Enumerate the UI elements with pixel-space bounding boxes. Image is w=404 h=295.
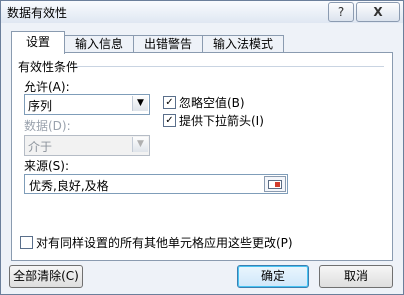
settings-panel: 有效性条件 允许(A): 序列 ▼ ✓ 忽略空值(B) ✓ 提供下拉箭头(I) … (11, 52, 393, 261)
dropdown-arrow-label: 提供下拉箭头(I) (179, 114, 264, 128)
dropdown-arrow-checkbox[interactable]: ✓ (163, 114, 176, 127)
allow-select[interactable]: 序列 ▼ (24, 94, 150, 115)
clear-all-button[interactable]: 全部清除(C) (9, 265, 83, 288)
data-select[interactable]: 介于 ▼ (24, 135, 150, 156)
checkmark-icon: ✓ (165, 115, 174, 126)
title-bar: 数据有效性 ? X (1, 1, 403, 23)
cancel-button[interactable]: 取消 (319, 265, 393, 288)
ignore-blank-label: 忽略空值(B) (179, 96, 245, 110)
source-label: 来源(S): (24, 159, 70, 173)
ignore-blank-checkbox[interactable]: ✓ (163, 96, 176, 109)
help-button[interactable]: ? (328, 2, 354, 22)
range-mark-shape (275, 182, 280, 187)
data-validation-dialog: 数据有效性 ? X 设置 输入信息 出错警告 输入法模式 有效性条件 允许(A)… (0, 0, 404, 295)
tab-error-alert[interactable]: 出错警告 (133, 35, 203, 53)
range-select-icon[interactable] (264, 176, 286, 192)
dialog-title: 数据有效性 (7, 6, 68, 20)
ok-button[interactable]: 确定 (237, 265, 309, 288)
tab-ime-mode[interactable]: 输入法模式 (202, 35, 284, 53)
section-divider (74, 66, 384, 67)
data-value: 介于 (28, 140, 53, 154)
section-title: 有效性条件 (18, 60, 79, 74)
tab-input-message[interactable]: 输入信息 (64, 35, 134, 53)
allow-value: 序列 (28, 99, 53, 113)
source-value: 优秀,良好,及格 (29, 179, 109, 193)
chevron-down-icon[interactable]: ▼ (132, 96, 148, 111)
source-input[interactable]: 优秀,良好,及格 (24, 174, 288, 194)
apply-all-checkbox[interactable] (20, 236, 33, 249)
checkmark-icon: ✓ (165, 97, 174, 108)
chevron-down-icon[interactable]: ▼ (132, 137, 148, 152)
apply-all-label: 对有同样设置的所有其他单元格应用这些更改(P) (36, 236, 293, 250)
close-button[interactable]: X (356, 2, 400, 22)
tab-settings[interactable]: 设置 (11, 31, 65, 54)
allow-label: 允许(A): (24, 80, 70, 94)
data-label: 数据(D): (24, 119, 71, 133)
